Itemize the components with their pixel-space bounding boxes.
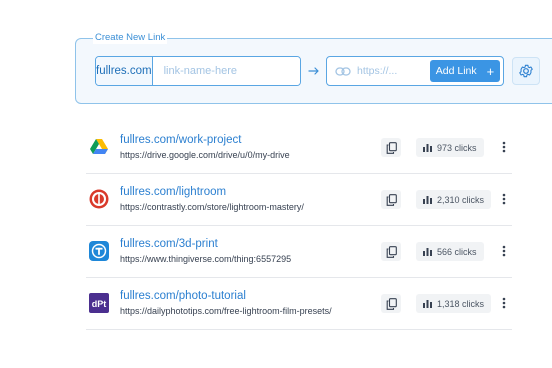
clicks-count: 2,310 clicks: [437, 194, 485, 205]
arrow-right-icon: [308, 67, 319, 75]
bar-chart-icon: [423, 196, 432, 204]
short-url-link[interactable]: fullres.com/work-project: [120, 134, 241, 146]
clicks-stats-button[interactable]: 1,318 clicks: [416, 294, 492, 313]
dpt-icon-text: dPt: [92, 299, 107, 309]
more-vertical-icon: [502, 141, 506, 153]
copy-button[interactable]: [381, 294, 401, 313]
thingiverse-icon: [89, 241, 109, 261]
bar-chart-icon: [423, 144, 432, 152]
more-vertical-icon: [502, 193, 506, 205]
destination-url: https://contrastly.com/store/lightroom-m…: [120, 202, 304, 212]
copy-button[interactable]: [381, 190, 401, 209]
short-url-link[interactable]: fullres.com/3d-print: [120, 238, 218, 250]
short-url-link[interactable]: fullres.com/lightroom: [120, 186, 226, 198]
more-options-button[interactable]: [498, 241, 510, 261]
create-link-panel: Create New Link fullres.com Add Link +: [75, 32, 552, 104]
create-link-legend: Create New Link: [93, 32, 168, 44]
copy-icon: [386, 297, 397, 310]
link-name-input[interactable]: [152, 57, 300, 85]
clicks-count: 1,318 clicks: [437, 298, 485, 309]
destination-url: https://drive.google.com/drive/u/0/my-dr…: [120, 150, 290, 160]
link-row: fullres.com/lightroom https://contrastly…: [86, 174, 512, 226]
bar-chart-icon: [423, 248, 432, 256]
clicks-stats-button[interactable]: 973 clicks: [416, 138, 484, 157]
bar-chart-icon: [423, 300, 432, 308]
more-vertical-icon: [502, 297, 506, 309]
clicks-stats-button[interactable]: 566 clicks: [416, 242, 484, 261]
destination-url: https://dailyphototips.com/free-lightroo…: [120, 306, 332, 316]
clicks-stats-button[interactable]: 2,310 clicks: [416, 190, 492, 209]
link-row: fullres.com/work-project https://drive.g…: [86, 122, 512, 174]
clicks-count: 566 clicks: [437, 246, 477, 257]
copy-icon: [386, 141, 397, 154]
link-icon: [335, 67, 351, 76]
gear-icon: [519, 64, 533, 78]
add-link-label: Add Link: [435, 65, 477, 77]
links-list: fullres.com/work-project https://drive.g…: [86, 122, 512, 330]
more-options-button[interactable]: [498, 189, 510, 209]
add-link-button[interactable]: Add Link +: [430, 60, 500, 82]
more-vertical-icon: [502, 245, 506, 257]
short-url-link[interactable]: fullres.com/photo-tutorial: [120, 290, 246, 302]
contrastly-icon: [89, 189, 109, 209]
domain-prefix[interactable]: fullres.com: [96, 57, 153, 85]
copy-button[interactable]: [381, 138, 401, 157]
copy-icon: [386, 245, 397, 258]
destination-url-input[interactable]: [357, 59, 425, 83]
copy-icon: [386, 193, 397, 206]
dpt-icon: dPt: [89, 293, 109, 313]
link-row: dPt fullres.com/photo-tutorial https://d…: [86, 278, 512, 330]
copy-button[interactable]: [381, 242, 401, 261]
settings-button[interactable]: [512, 57, 540, 85]
more-options-button[interactable]: [498, 137, 510, 157]
plus-icon: +: [486, 63, 495, 79]
more-options-button[interactable]: [498, 293, 510, 313]
clicks-count: 973 clicks: [437, 142, 477, 153]
short-link-group: fullres.com: [95, 56, 301, 86]
destination-url: https://www.thingiverse.com/thing:655729…: [120, 254, 292, 264]
destination-url-group: Add Link +: [326, 56, 504, 86]
google-drive-icon: [89, 137, 109, 157]
link-row: fullres.com/3d-print https://www.thingiv…: [86, 226, 512, 278]
